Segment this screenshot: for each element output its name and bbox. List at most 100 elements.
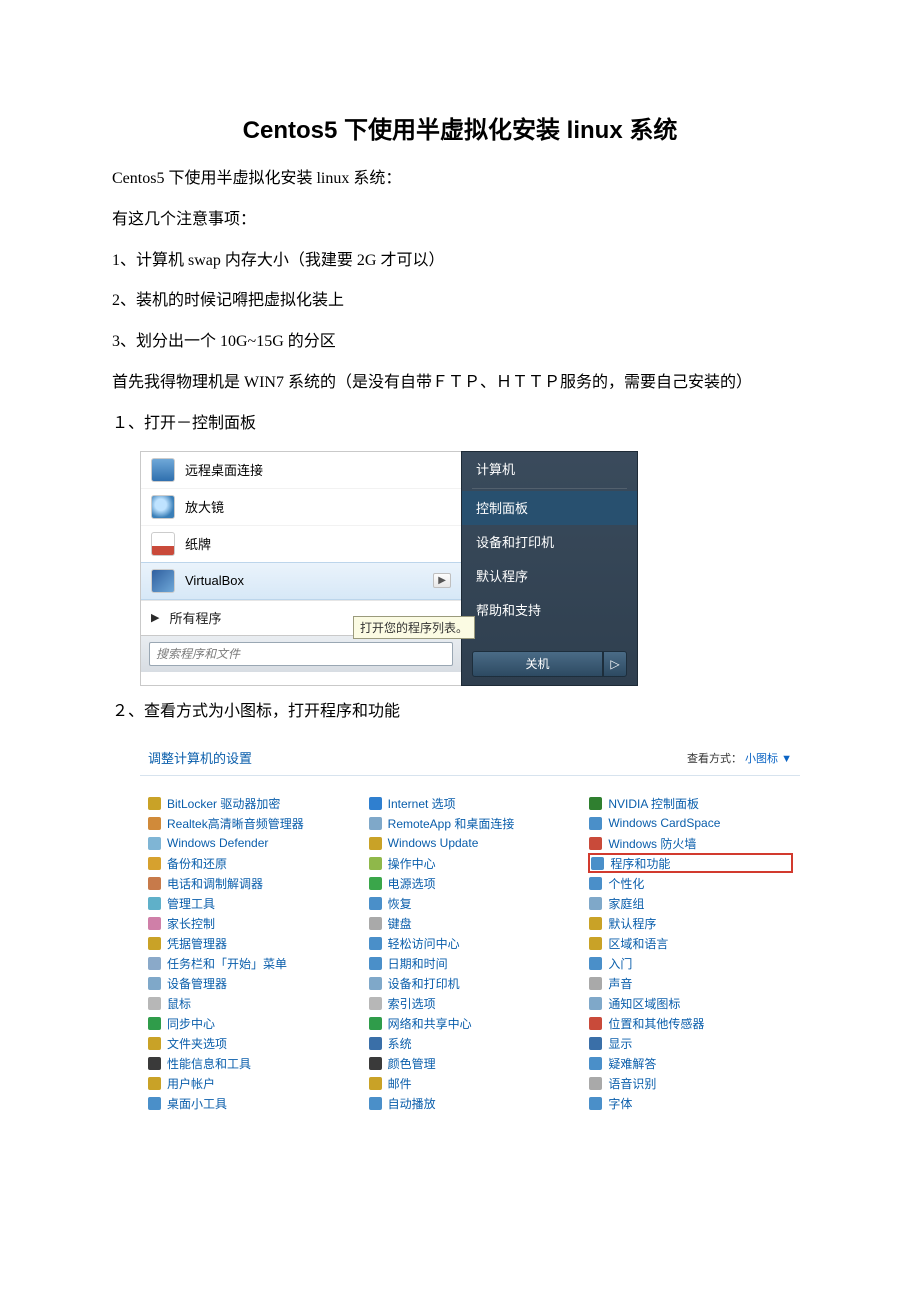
cp-view-mode[interactable]: 查看方式： 小图标 ▼ bbox=[687, 750, 792, 766]
cp-item-icon bbox=[591, 857, 604, 870]
cp-item[interactable]: Realtek高清晰音频管理器 bbox=[148, 814, 351, 832]
label: 默认程序 bbox=[476, 566, 528, 585]
cp-item-label: 系统 bbox=[388, 1035, 412, 1052]
cp-item[interactable]: 轻松访问中心 bbox=[369, 934, 572, 952]
cp-item[interactable]: 备份和还原 bbox=[148, 854, 351, 872]
cp-item[interactable]: 显示 bbox=[589, 1034, 792, 1052]
start-menu-item-label: 远程桌面连接 bbox=[185, 460, 263, 479]
cp-item[interactable]: 颜色管理 bbox=[369, 1054, 572, 1072]
magnifier-icon bbox=[151, 495, 175, 519]
cp-item[interactable]: 个性化 bbox=[589, 874, 792, 892]
cp-item-label: 凭据管理器 bbox=[167, 935, 227, 952]
cp-item-icon bbox=[369, 817, 382, 830]
cp-item[interactable]: 家庭组 bbox=[589, 894, 792, 912]
cp-item[interactable]: 疑难解答 bbox=[589, 1054, 792, 1072]
cp-item[interactable]: 自动播放 bbox=[369, 1094, 572, 1112]
cp-item-label: 鼠标 bbox=[167, 995, 191, 1012]
cp-item[interactable]: 文件夹选项 bbox=[148, 1034, 351, 1052]
cp-item-icon bbox=[369, 1017, 382, 1030]
cp-item[interactable]: 用户帐户 bbox=[148, 1074, 351, 1092]
cp-item-icon bbox=[589, 877, 602, 890]
cp-item[interactable]: 系统 bbox=[369, 1034, 572, 1052]
page-title: Centos5 下使用半虚拟化安装 linux 系统 bbox=[80, 110, 840, 145]
cp-item[interactable]: 程序和功能 bbox=[589, 854, 792, 872]
cp-item-label: 网络和共享中心 bbox=[388, 1015, 472, 1032]
cp-item[interactable]: Windows Defender bbox=[148, 834, 351, 852]
cp-item-label: BitLocker 驱动器加密 bbox=[167, 795, 280, 812]
cp-item[interactable]: Windows Update bbox=[369, 834, 572, 852]
cp-item-label: 索引选项 bbox=[388, 995, 436, 1012]
cp-item-label: Realtek高清晰音频管理器 bbox=[167, 815, 304, 832]
cp-item[interactable]: 网络和共享中心 bbox=[369, 1014, 572, 1032]
cp-item-label: 恢复 bbox=[388, 895, 412, 912]
cp-item[interactable]: 索引选项 bbox=[369, 994, 572, 1012]
cp-item-label: 设备管理器 bbox=[167, 975, 227, 992]
control-panel-header: 调整计算机的设置 查看方式： 小图标 ▼ bbox=[140, 738, 800, 776]
start-menu-item-remote-desktop[interactable]: 远程桌面连接 bbox=[141, 452, 461, 488]
label: 帮助和支持 bbox=[476, 600, 541, 619]
cp-view-value: 小图标 ▼ bbox=[745, 753, 792, 765]
cp-item[interactable]: 电源选项 bbox=[369, 874, 572, 892]
cp-item[interactable]: 通知区域图标 bbox=[589, 994, 792, 1012]
cp-item[interactable]: 电话和调制解调器 bbox=[148, 874, 351, 892]
cp-item-icon bbox=[589, 917, 602, 930]
cp-item-icon bbox=[148, 977, 161, 990]
cp-item[interactable]: 位置和其他传感器 bbox=[589, 1014, 792, 1032]
start-menu-right-item-control-panel[interactable]: 控制面板 bbox=[462, 491, 637, 525]
cp-item[interactable]: 凭据管理器 bbox=[148, 934, 351, 952]
search-input[interactable]: 搜索程序和文件 bbox=[149, 642, 453, 666]
cp-item-label: 家长控制 bbox=[167, 915, 215, 932]
cp-item[interactable]: Windows 防火墙 bbox=[589, 834, 792, 852]
cp-item[interactable]: 设备管理器 bbox=[148, 974, 351, 992]
cp-item-label: 颜色管理 bbox=[388, 1055, 436, 1072]
cp-item[interactable]: RemoteApp 和桌面连接 bbox=[369, 814, 572, 832]
shutdown-more-button[interactable]: ▷ bbox=[603, 651, 627, 677]
cp-item[interactable]: 操作中心 bbox=[369, 854, 572, 872]
cp-item[interactable]: 性能信息和工具 bbox=[148, 1054, 351, 1072]
start-menu-right-item-help[interactable]: 帮助和支持 bbox=[462, 593, 637, 627]
cp-item[interactable]: 设备和打印机 bbox=[369, 974, 572, 992]
cp-item[interactable]: 管理工具 bbox=[148, 894, 351, 912]
start-menu-right-item-default-programs[interactable]: 默认程序 bbox=[462, 559, 637, 593]
start-menu-item-solitaire[interactable]: 纸牌 bbox=[141, 525, 461, 562]
start-menu-item-magnifier[interactable]: 放大镜 bbox=[141, 488, 461, 525]
cp-item-label: Windows Defender bbox=[167, 836, 268, 850]
cp-item[interactable]: BitLocker 驱动器加密 bbox=[148, 794, 351, 812]
cp-item-label: 位置和其他传感器 bbox=[608, 1015, 704, 1032]
cp-item[interactable]: 默认程序 bbox=[589, 914, 792, 932]
cp-item-icon bbox=[148, 817, 161, 830]
cp-item[interactable]: 字体 bbox=[589, 1094, 792, 1112]
start-menu-right-item-devices[interactable]: 设备和打印机 bbox=[462, 525, 637, 559]
cp-item[interactable]: 日期和时间 bbox=[369, 954, 572, 972]
divider bbox=[472, 488, 627, 489]
cp-item-label: 默认程序 bbox=[608, 915, 656, 932]
cp-item-icon bbox=[369, 917, 382, 930]
cp-item-label: 自动播放 bbox=[388, 1095, 436, 1112]
cp-item[interactable]: 任务栏和「开始」菜单 bbox=[148, 954, 351, 972]
cp-item[interactable]: 桌面小工具 bbox=[148, 1094, 351, 1112]
cp-item-icon bbox=[589, 1057, 602, 1070]
cp-item[interactable]: 同步中心 bbox=[148, 1014, 351, 1032]
start-menu-item-virtualbox[interactable]: VirtualBox ▶ bbox=[141, 562, 461, 600]
cp-item[interactable]: 语音识别 bbox=[589, 1074, 792, 1092]
cp-item[interactable]: 入门 bbox=[589, 954, 792, 972]
cp-item[interactable]: 恢复 bbox=[369, 894, 572, 912]
start-menu-right-item-computer[interactable]: 计算机 bbox=[462, 452, 637, 486]
cp-item[interactable]: 鼠标 bbox=[148, 994, 351, 1012]
cp-item[interactable]: NVIDIA 控制面板 bbox=[589, 794, 792, 812]
cp-item[interactable]: 邮件 bbox=[369, 1074, 572, 1092]
paragraph: １、打开－控制面板 bbox=[80, 410, 840, 439]
cp-item[interactable]: Windows CardSpace bbox=[589, 814, 792, 832]
cp-item-icon bbox=[589, 797, 602, 810]
cp-item[interactable]: 声音 bbox=[589, 974, 792, 992]
chevron-right-icon: ▶ bbox=[151, 611, 159, 624]
virtualbox-icon bbox=[151, 569, 175, 593]
cp-item[interactable]: Internet 选项 bbox=[369, 794, 572, 812]
cp-item[interactable]: 键盘 bbox=[369, 914, 572, 932]
cp-item[interactable]: 区域和语言 bbox=[589, 934, 792, 952]
cp-item-icon bbox=[148, 957, 161, 970]
cp-item[interactable]: 家长控制 bbox=[148, 914, 351, 932]
cards-icon bbox=[151, 532, 175, 556]
cp-item-icon bbox=[589, 977, 602, 990]
shutdown-button[interactable]: 关机 bbox=[472, 651, 603, 677]
